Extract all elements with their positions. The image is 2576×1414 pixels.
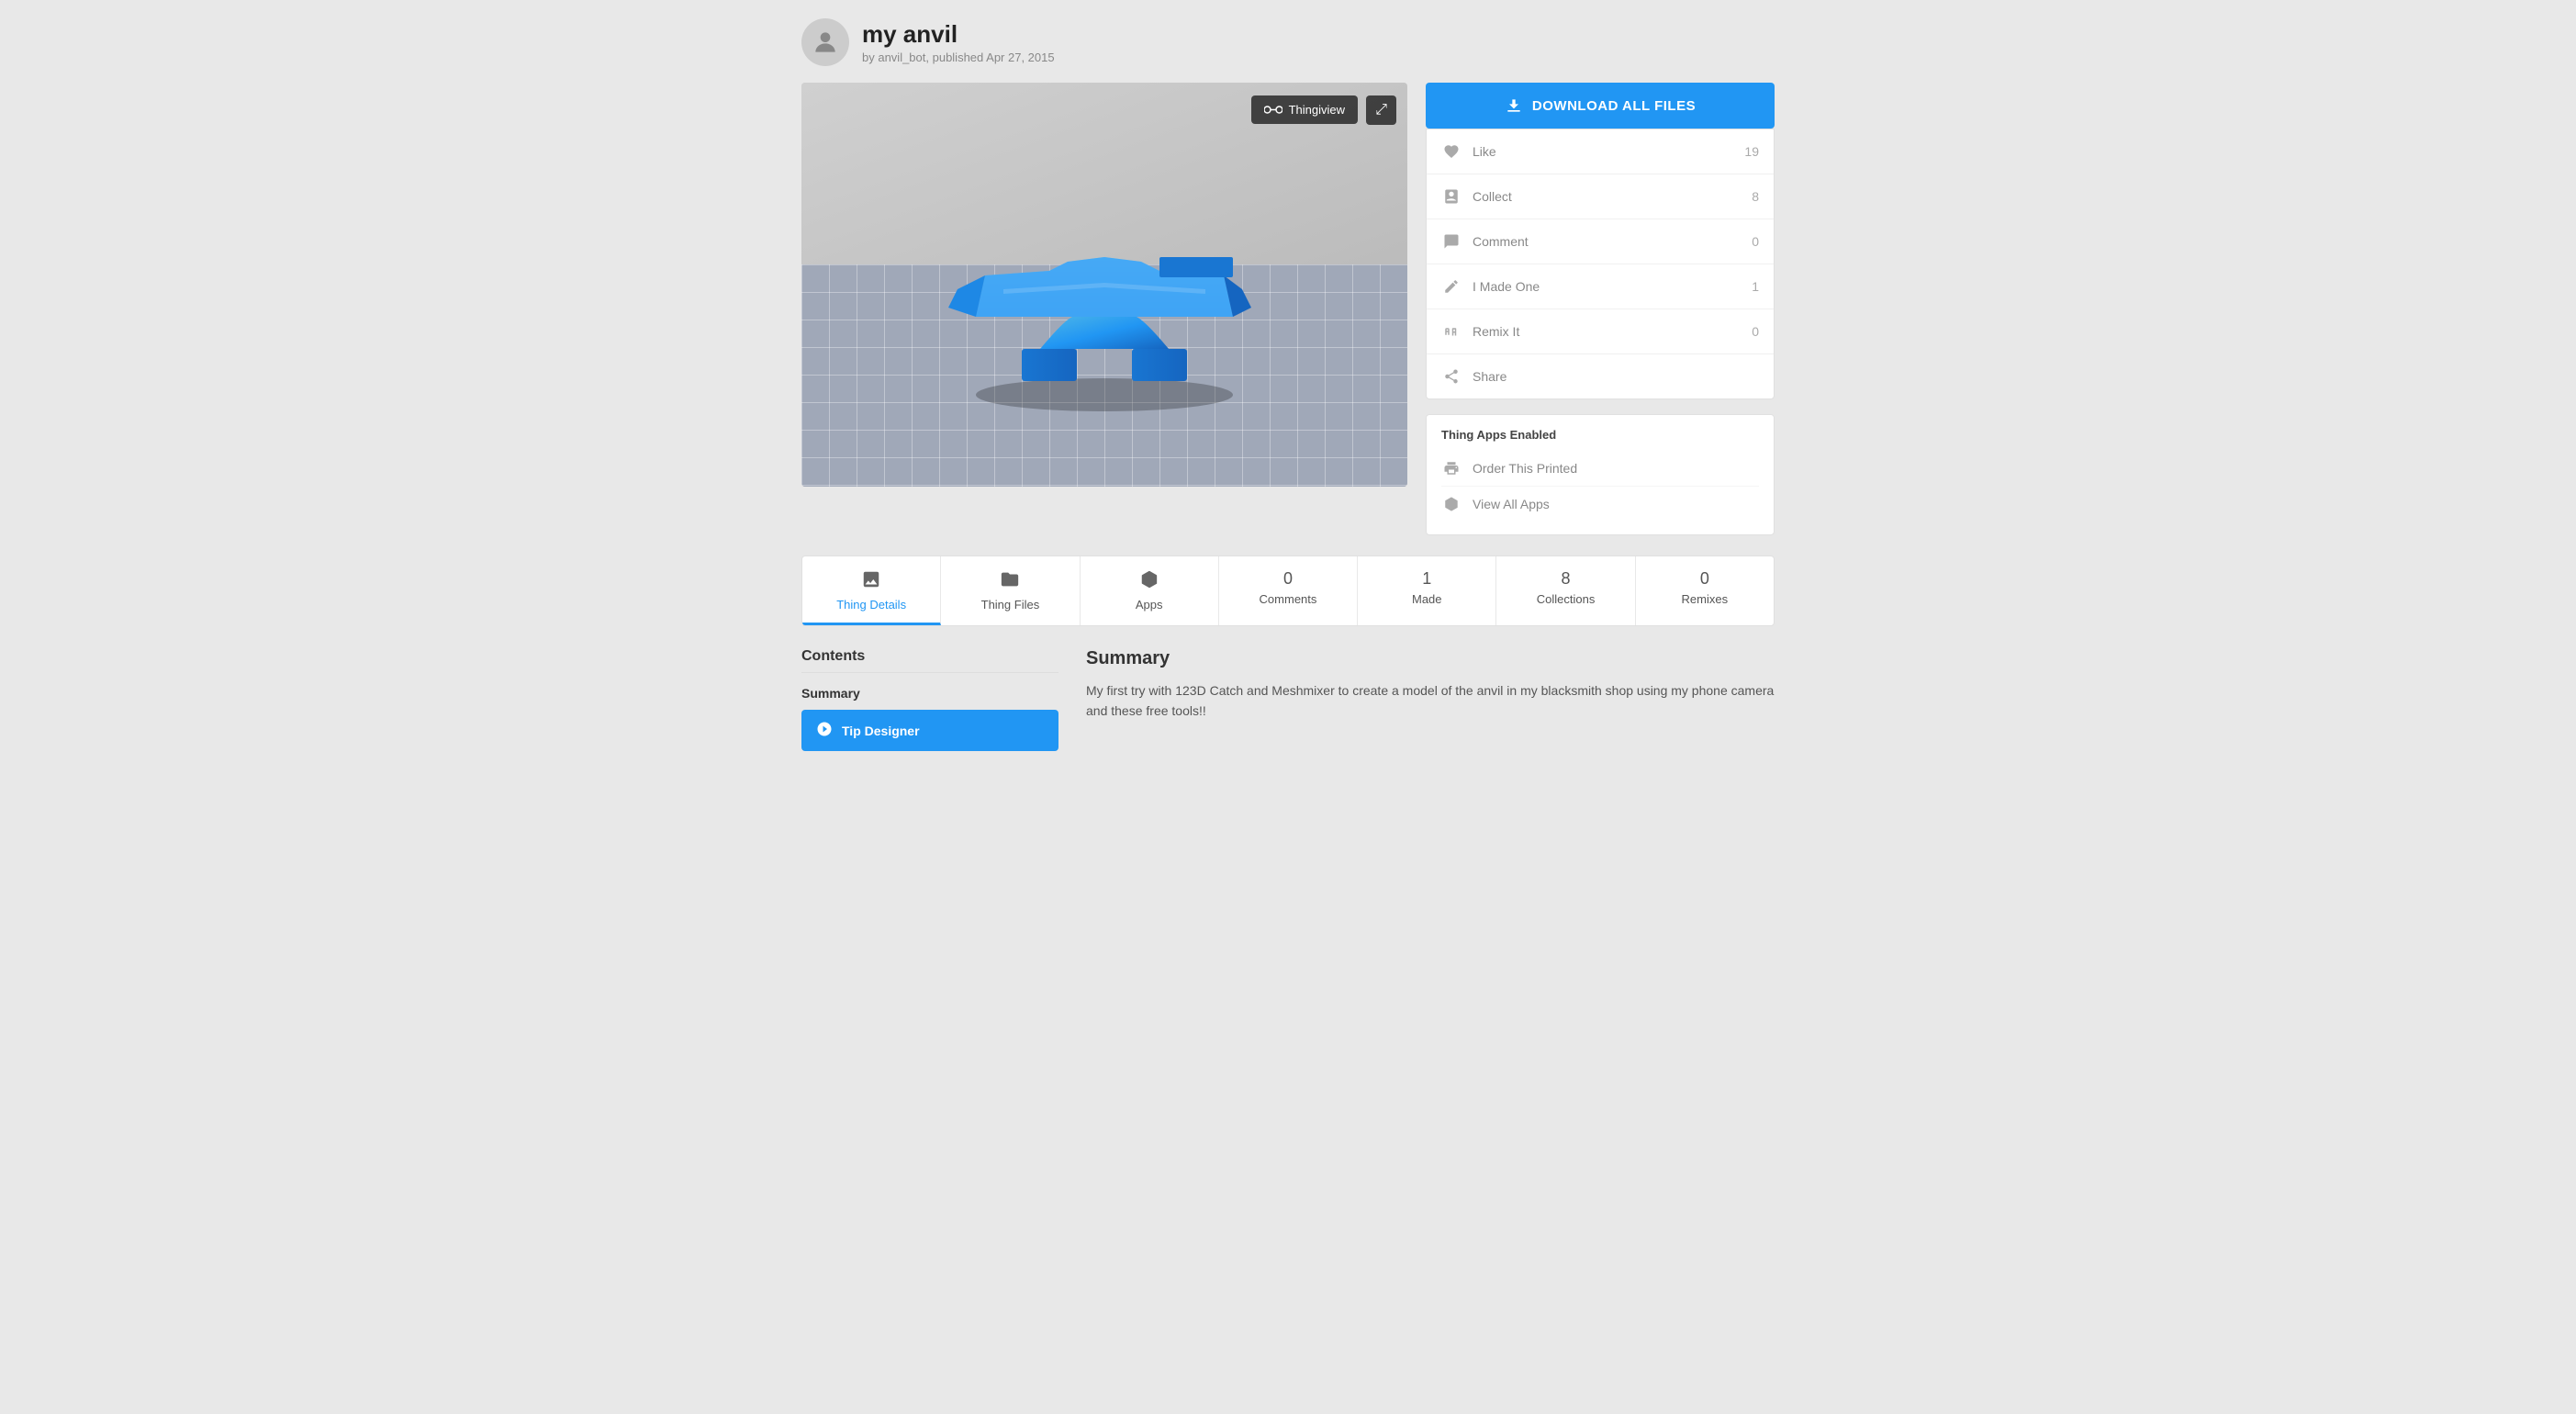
thingiview-button[interactable]: Thingiview xyxy=(1251,95,1358,124)
apps-section-title: Thing Apps Enabled xyxy=(1441,428,1759,442)
tip-designer-button[interactable]: Tip Designer xyxy=(801,710,1058,751)
share-action[interactable]: Share xyxy=(1427,354,1774,398)
made-one-action[interactable]: I Made One 1 xyxy=(1427,264,1774,309)
apps-tab-icon xyxy=(1139,569,1159,592)
made-label: I Made One xyxy=(1473,279,1752,294)
thing-image-bg xyxy=(801,83,1407,487)
view-all-apps-action[interactable]: View All Apps xyxy=(1441,487,1759,522)
action-list: Like 19 Collect 8 Comment xyxy=(1426,129,1775,399)
file-tab-icon xyxy=(1000,569,1020,592)
content-area: Contents Summary Tip Designer Summary My… xyxy=(801,648,1775,751)
main-content: Thingiview ⤢ DOWNLOAD ALL FILES xyxy=(801,83,1775,535)
comments-count: 0 xyxy=(1283,569,1293,589)
share-label: Share xyxy=(1473,369,1759,384)
share-icon xyxy=(1441,366,1462,387)
tab-thing-files[interactable]: Thing Files xyxy=(941,556,1080,625)
comment-action[interactable]: Comment 0 xyxy=(1427,219,1774,264)
tab-comments-label: Comments xyxy=(1260,592,1317,606)
download-icon xyxy=(1505,96,1523,115)
tip-designer-label: Tip Designer xyxy=(842,724,920,738)
tab-remixes-label: Remixes xyxy=(1682,592,1729,606)
contents-panel: Contents Summary Tip Designer xyxy=(801,648,1058,751)
made-icon xyxy=(1441,276,1462,297)
tab-thing-files-label: Thing Files xyxy=(981,598,1040,612)
download-btn-label: DOWNLOAD ALL FILES xyxy=(1532,98,1696,114)
tab-collections-label: Collections xyxy=(1537,592,1596,606)
comment-count: 0 xyxy=(1752,234,1759,249)
heart-icon xyxy=(1441,141,1462,162)
thing-meta: by anvil_bot, published Apr 27, 2015 xyxy=(862,50,1055,64)
comment-label: Comment xyxy=(1473,234,1752,249)
remix-count: 0 xyxy=(1752,324,1759,339)
anvil-image xyxy=(921,138,1288,432)
remixes-count: 0 xyxy=(1700,569,1709,589)
comment-icon xyxy=(1441,231,1462,252)
glasses-icon xyxy=(1264,104,1282,117)
tab-thing-details-label: Thing Details xyxy=(836,598,906,612)
contents-title: Contents xyxy=(801,648,1058,673)
tab-made-label: Made xyxy=(1412,592,1442,606)
collect-icon xyxy=(1441,186,1462,207)
tab-collections[interactable]: 8 Collections xyxy=(1496,556,1635,625)
order-printed-label: Order This Printed xyxy=(1473,461,1577,476)
fullscreen-icon: ⤢ xyxy=(1375,102,1387,118)
page-title: my anvil xyxy=(862,20,1055,49)
remix-action[interactable]: Remix It 0 xyxy=(1427,309,1774,354)
fullscreen-button[interactable]: ⤢ xyxy=(1366,95,1396,125)
summary-panel: Summary My first try with 123D Catch and… xyxy=(1086,648,1775,751)
collections-count: 8 xyxy=(1562,569,1571,589)
tab-thing-details[interactable]: Thing Details xyxy=(802,556,941,625)
tip-icon xyxy=(816,721,833,740)
tab-made[interactable]: 1 Made xyxy=(1358,556,1496,625)
image-tab-icon xyxy=(861,569,881,592)
tab-apps-label: Apps xyxy=(1136,598,1163,612)
made-tab-count: 1 xyxy=(1422,569,1431,589)
image-panel: Thingiview ⤢ xyxy=(801,83,1407,487)
download-all-files-button[interactable]: DOWNLOAD ALL FILES xyxy=(1426,83,1775,129)
thing-header: my anvil by anvil_bot, published Apr 27,… xyxy=(801,18,1775,66)
tabs-bar: Thing Details Thing Files Apps 0 Comment… xyxy=(801,556,1775,626)
made-count: 1 xyxy=(1752,279,1759,294)
like-count: 19 xyxy=(1744,144,1759,159)
thingiview-label: Thingiview xyxy=(1289,103,1345,117)
summary-text: My first try with 123D Catch and Meshmix… xyxy=(1086,680,1775,722)
apps-section: Thing Apps Enabled Order This Printed Vi… xyxy=(1426,414,1775,535)
tab-apps[interactable]: Apps xyxy=(1081,556,1219,625)
order-printed-action[interactable]: Order This Printed xyxy=(1441,451,1759,487)
sidebar: DOWNLOAD ALL FILES Like 19 Collect xyxy=(1426,83,1775,535)
collect-count: 8 xyxy=(1752,189,1759,204)
cube-icon xyxy=(1441,494,1462,514)
collect-action[interactable]: Collect 8 xyxy=(1427,174,1774,219)
tab-comments[interactable]: 0 Comments xyxy=(1219,556,1358,625)
avatar xyxy=(801,18,849,66)
contents-section-label: Summary xyxy=(801,686,1058,701)
thing-title-area: my anvil by anvil_bot, published Apr 27,… xyxy=(862,20,1055,64)
tab-remixes[interactable]: 0 Remixes xyxy=(1636,556,1774,625)
print-icon xyxy=(1441,458,1462,478)
thing-image-container: Thingiview ⤢ xyxy=(801,83,1407,487)
summary-title: Summary xyxy=(1086,648,1775,669)
remix-label: Remix It xyxy=(1473,324,1752,339)
like-action[interactable]: Like 19 xyxy=(1427,129,1774,174)
like-label: Like xyxy=(1473,144,1744,159)
remix-icon xyxy=(1441,321,1462,342)
collect-label: Collect xyxy=(1473,189,1752,204)
view-all-apps-label: View All Apps xyxy=(1473,497,1550,511)
